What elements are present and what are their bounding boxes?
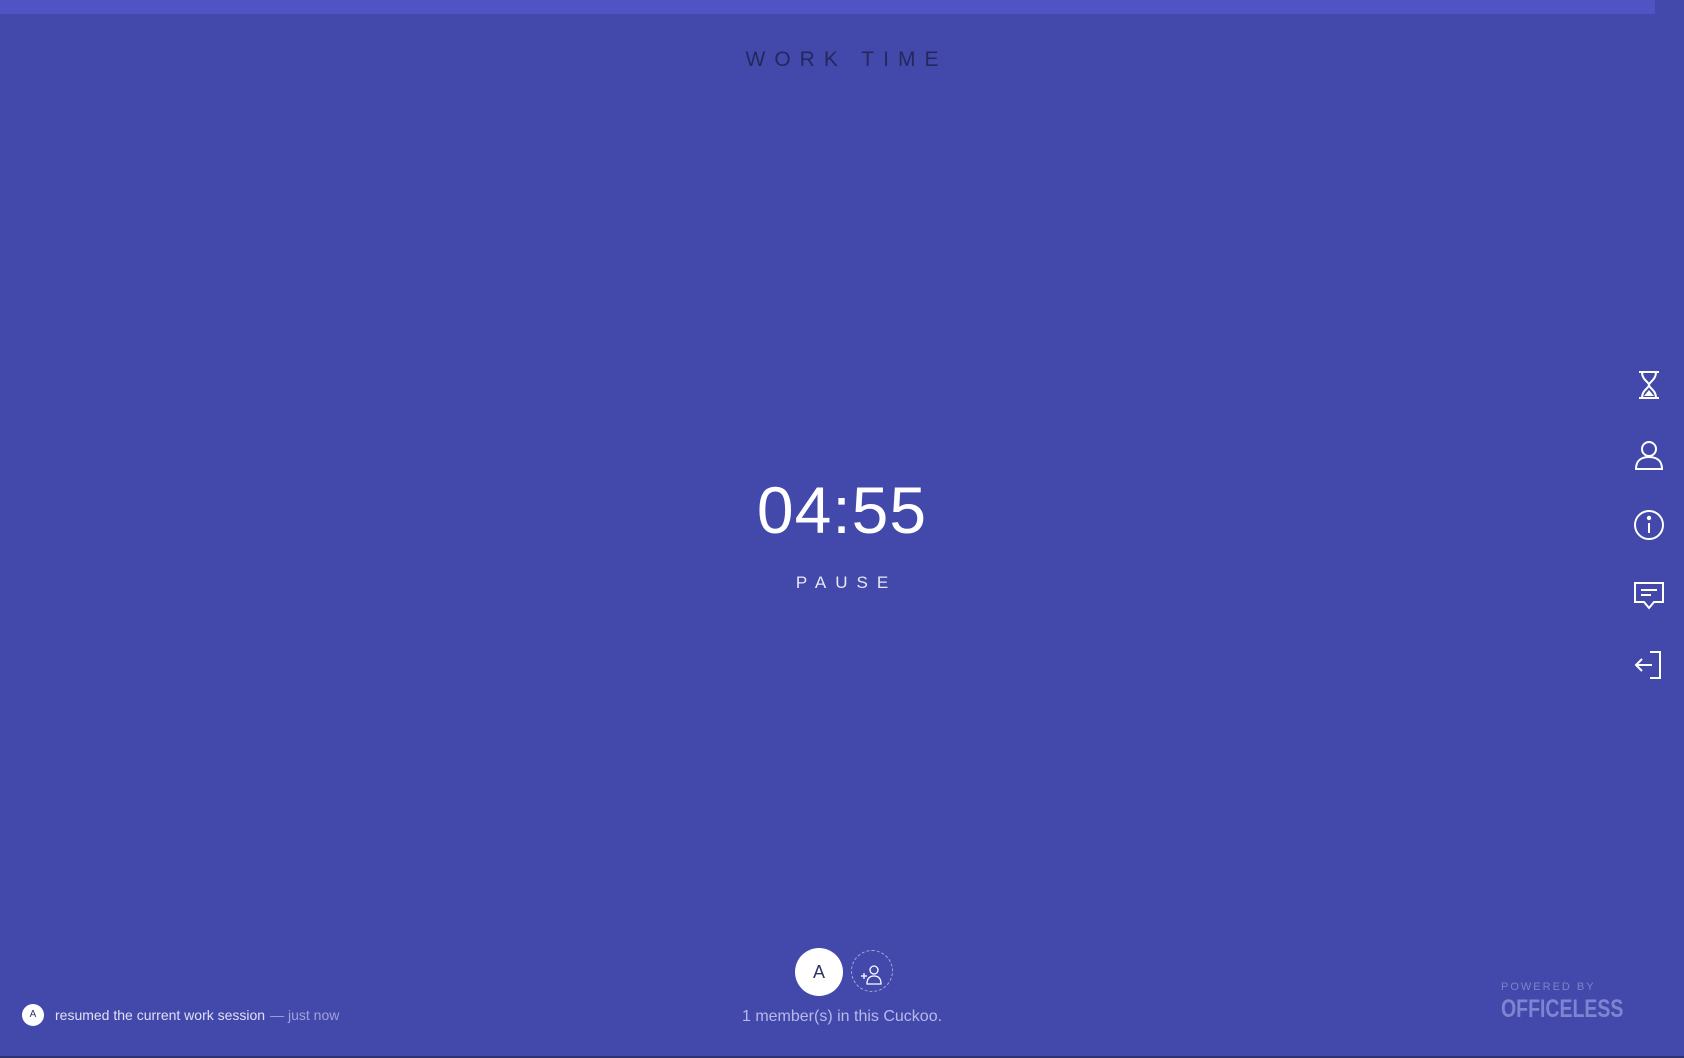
- exit-icon: [1634, 651, 1661, 679]
- leave-button[interactable]: [1630, 646, 1668, 684]
- activity-text: resumed the current work session: [55, 1007, 266, 1023]
- activity-feed-item: A resumed the current work session — jus…: [22, 1003, 339, 1027]
- feedback-button[interactable]: [1630, 576, 1668, 614]
- timer-display: 04:55: [756, 473, 928, 547]
- timer-settings-button[interactable]: [1630, 366, 1668, 404]
- activity-time: — just now: [270, 1007, 340, 1023]
- user-icon: [1634, 441, 1664, 470]
- profile-button[interactable]: [1630, 436, 1668, 474]
- session-progress-bar: [0, 0, 1684, 14]
- add-user-icon: [861, 965, 882, 985]
- member-avatar[interactable]: A: [795, 948, 843, 996]
- mode-title: WORK TIME: [745, 48, 948, 71]
- pause-button[interactable]: PAUSE: [742, 568, 942, 598]
- powered-by[interactable]: POWERED BY OFFICELESS: [1501, 981, 1658, 1024]
- activity-avatar: A: [22, 1004, 44, 1026]
- add-member-button[interactable]: [851, 950, 893, 992]
- info-icon: [1634, 510, 1664, 540]
- side-nav: [1630, 366, 1668, 716]
- info-button[interactable]: [1630, 506, 1668, 544]
- powered-by-label: POWERED BY: [1501, 981, 1596, 993]
- session-progress-fill: [0, 0, 1656, 14]
- hourglass-icon: [1639, 371, 1659, 399]
- chat-icon: [1634, 582, 1664, 610]
- cuckoo-timer-page: WORK TIME 04:55 PAUSE A 1 member(s) in t…: [0, 0, 1684, 1058]
- officeless-logo: OFFICELESS: [1501, 995, 1624, 1023]
